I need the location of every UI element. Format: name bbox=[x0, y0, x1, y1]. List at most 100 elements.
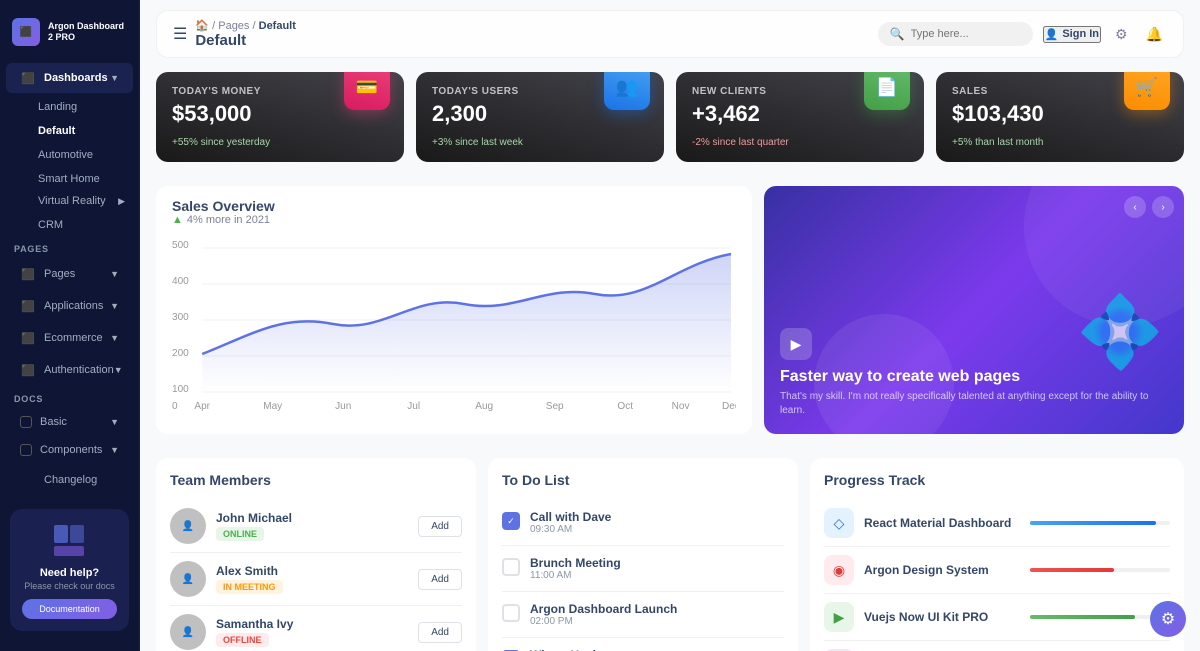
signin-button[interactable]: 👤 Sign In bbox=[1043, 26, 1101, 43]
user-icon: 👤 bbox=[1045, 28, 1059, 41]
pages-section-label: PAGES bbox=[0, 236, 139, 258]
todo-checkbox-0[interactable]: ✓ bbox=[502, 512, 520, 530]
banner-next-button[interactable]: › bbox=[1152, 196, 1174, 218]
list-item: Brunch Meeting 11:00 AM bbox=[502, 546, 784, 592]
charts-section: Sales Overview ▲ 4% more in 2021 bbox=[140, 176, 1200, 434]
team-members-title: Team Members bbox=[170, 472, 462, 488]
basic-label: Basic bbox=[40, 416, 110, 428]
ecommerce-icon: ⬛ bbox=[20, 330, 36, 346]
breadcrumb: 🏠 / Pages / Default bbox=[195, 19, 877, 32]
sidebar-item-pages[interactable]: ⬛ Pages ▼ bbox=[6, 259, 133, 289]
sidebar-item-applications[interactable]: ⬛ Applications ▼ bbox=[6, 291, 133, 321]
teams-section: Team Members 👤 John Michael ONLINE Add 👤… bbox=[140, 448, 1200, 651]
todo-panel: To Do List ✓ Call with Dave 09:30 AM Bru… bbox=[488, 458, 798, 651]
banner-prev-button[interactable]: ‹ bbox=[1124, 196, 1146, 218]
basic-arrow: ▼ bbox=[110, 417, 119, 427]
progress-icon-0: ◇ bbox=[824, 508, 854, 538]
sales-change: +5% than last month bbox=[952, 137, 1168, 148]
chart-area: 500 400 300 200 100 0 bbox=[156, 234, 752, 434]
sidebar-item-basic[interactable]: Basic ▼ bbox=[6, 409, 133, 435]
smart-home-label: Smart Home bbox=[38, 173, 100, 185]
progress-name-0: React Material Dashboard bbox=[864, 516, 1020, 530]
settings-button[interactable]: ⚙ bbox=[1111, 22, 1132, 47]
sidebar-item-changelog[interactable]: Changelog bbox=[6, 465, 133, 495]
progress-bar-wrap-2 bbox=[1030, 615, 1170, 619]
topbar-actions: 🔍 👤 Sign In ⚙ 🔔 bbox=[878, 22, 1167, 47]
svg-text:100: 100 bbox=[172, 384, 189, 395]
svg-text:400: 400 bbox=[172, 276, 189, 287]
add-member-button[interactable]: Add bbox=[418, 569, 462, 590]
avatar: 👤 bbox=[170, 508, 206, 544]
sidebar-item-virtual-reality[interactable]: Virtual Reality ▶ bbox=[0, 190, 139, 212]
progress-icon-2: ▶ bbox=[824, 602, 854, 632]
todo-info: Brunch Meeting 11:00 AM bbox=[530, 556, 784, 581]
chart-subtitle-text: 4% more in 2021 bbox=[187, 214, 270, 226]
banner-nav: ‹ › bbox=[1124, 196, 1174, 218]
add-member-button[interactable]: Add bbox=[418, 516, 462, 537]
svg-text:Apr: Apr bbox=[194, 401, 210, 412]
sidebar-item-landing[interactable]: Landing bbox=[0, 94, 139, 118]
help-box: Need help? Please check our docs Documen… bbox=[10, 509, 129, 631]
search-box[interactable]: 🔍 bbox=[878, 22, 1033, 46]
list-item: 👤 John Michael ONLINE Add bbox=[170, 500, 462, 553]
chart-header: Sales Overview ▲ 4% more in 2021 bbox=[156, 186, 752, 234]
banner-description: That's my skill. I'm not really specific… bbox=[780, 390, 1168, 418]
banner-title: Faster way to create web pages bbox=[780, 368, 1168, 386]
bottom-grid: Team Members 👤 John Michael ONLINE Add 👤… bbox=[156, 458, 1184, 651]
todo-item-title: Brunch Meeting bbox=[530, 556, 784, 570]
notifications-button[interactable]: 🔔 bbox=[1142, 22, 1167, 47]
chart-up-icon: ▲ bbox=[172, 214, 183, 226]
breadcrumb-default: Default bbox=[259, 20, 296, 32]
sidebar-item-default[interactable]: Default bbox=[0, 118, 139, 142]
sidebar-item-ecommerce[interactable]: ⬛ Ecommerce ▼ bbox=[6, 323, 133, 353]
help-title: Need help? bbox=[22, 567, 117, 579]
changelog-icon bbox=[20, 472, 36, 488]
chart-title: Sales Overview bbox=[172, 198, 736, 214]
sidebar-item-authentication[interactable]: ⬛ Authentication ▼ bbox=[6, 355, 133, 385]
sidebar-item-crm[interactable]: CRM bbox=[0, 212, 139, 236]
todo-checkbox-1[interactable] bbox=[502, 558, 520, 576]
list-item: 👤 Alex Smith IN MEETING Add bbox=[170, 553, 462, 606]
topbar: ☰ 🏠 / Pages / Default Default 🔍 👤 bbox=[156, 10, 1184, 58]
sidebar-item-smart-home[interactable]: Smart Home bbox=[0, 166, 139, 190]
money-change: +55% since yesterday bbox=[172, 137, 388, 148]
avatar: 👤 bbox=[170, 614, 206, 650]
svg-text:Sep: Sep bbox=[546, 401, 564, 412]
vr-label: Virtual Reality bbox=[38, 195, 118, 207]
middle-grid: Sales Overview ▲ 4% more in 2021 bbox=[156, 186, 1184, 434]
docs-section-label: DOCS bbox=[0, 386, 139, 408]
sidebar-item-dashboards[interactable]: ⬛ Dashboards ▼ bbox=[6, 63, 133, 93]
chart-subtitle: ▲ 4% more in 2021 bbox=[172, 214, 736, 226]
auth-icon: ⬛ bbox=[20, 362, 36, 378]
add-member-button[interactable]: Add bbox=[418, 622, 462, 643]
stat-card-money: 💳 TODAY'S MONEY $53,000 +55% since yeste… bbox=[156, 72, 404, 162]
changelog-label: Changelog bbox=[44, 474, 119, 486]
hamburger-button[interactable]: ☰ bbox=[173, 24, 187, 44]
stats-section: 💳 TODAY'S MONEY $53,000 +55% since yeste… bbox=[140, 58, 1200, 162]
pages-icon: ⬛ bbox=[20, 266, 36, 282]
search-input[interactable] bbox=[911, 28, 1021, 40]
list-item: Argon Dashboard Launch 02:00 PM bbox=[502, 592, 784, 638]
list-item: ◉ Argon Design System bbox=[824, 547, 1170, 594]
todo-item-time: 11:00 AM bbox=[530, 570, 784, 581]
member-info: Alex Smith IN MEETING bbox=[216, 564, 418, 594]
topbar-wrapper: ☰ 🏠 / Pages / Default Default 🔍 👤 bbox=[140, 0, 1200, 58]
app-logo: ⬛ Argon Dashboard 2 PRO bbox=[0, 10, 139, 54]
documentation-button[interactable]: Documentation bbox=[22, 599, 117, 619]
progress-bar-2 bbox=[1030, 615, 1135, 619]
team-members-panel: Team Members 👤 John Michael ONLINE Add 👤… bbox=[156, 458, 476, 651]
svg-text:300: 300 bbox=[172, 312, 189, 323]
member-info: John Michael ONLINE bbox=[216, 511, 418, 541]
list-item: 👤 Samantha Ivy OFFLINE Add bbox=[170, 606, 462, 651]
money-icon-bubble: 💳 bbox=[344, 72, 390, 110]
todo-checkbox-2[interactable] bbox=[502, 604, 520, 622]
breadcrumb-pages[interactable]: Pages bbox=[218, 20, 249, 32]
svg-text:Aug: Aug bbox=[475, 401, 493, 412]
stats-grid: 💳 TODAY'S MONEY $53,000 +55% since yeste… bbox=[156, 72, 1184, 162]
sidebar-item-components[interactable]: Components ▼ bbox=[6, 437, 133, 463]
main-area: ☰ 🏠 / Pages / Default Default 🔍 👤 bbox=[140, 0, 1200, 651]
sidebar-item-automotive[interactable]: Automotive bbox=[0, 142, 139, 166]
users-change: +3% since last week bbox=[432, 137, 648, 148]
svg-text:Jul: Jul bbox=[407, 401, 420, 412]
page-title: Default bbox=[195, 32, 877, 49]
